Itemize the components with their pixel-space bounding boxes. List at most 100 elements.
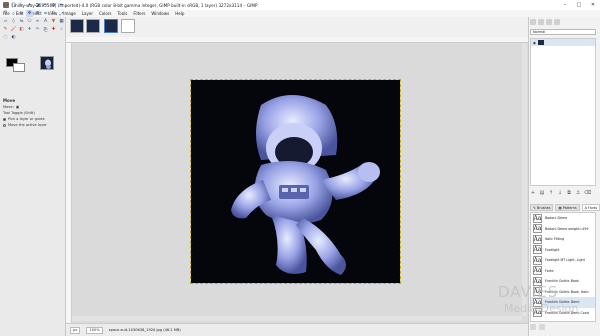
tool-options-panel: Move Move: ▣ Tool Toggle (Shift) Pick a …	[0, 97, 66, 128]
blur-tool-icon[interactable]: ◌	[2, 34, 9, 41]
perspective-tool-icon[interactable]: ◊	[10, 18, 17, 25]
crop-tool-icon[interactable]: ⌗	[42, 10, 49, 17]
font-item-selected[interactable]: Aa Franklin Gothic Demi	[531, 297, 595, 308]
brush-pattern-preview[interactable]	[40, 56, 54, 70]
menu-windows[interactable]: Windows	[151, 11, 169, 16]
ellipse-select-tool-icon[interactable]: ◯	[10, 2, 17, 9]
duplicate-layer-button[interactable]: ⧉	[566, 190, 572, 196]
layers-buttons: + ▤ ↑ ↓ ⧉ ⚓ ⌫	[530, 190, 591, 196]
vertical-scrollbar[interactable]	[522, 43, 527, 316]
new-layer-group-button[interactable]: ▤	[539, 190, 545, 196]
image-tab-4-empty[interactable]	[121, 19, 135, 33]
scissors-tool-icon[interactable]: ✂	[42, 2, 49, 9]
image-tab-3-active[interactable]	[104, 19, 118, 33]
lower-layer-button[interactable]: ↓	[557, 190, 563, 196]
status-message: space-suit-1030638_1920.jpg (46.2 MB)	[108, 328, 181, 332]
tab-patterns[interactable]: ▦ Patterns	[555, 204, 580, 211]
measure-tool-icon[interactable]: ⊾	[18, 10, 25, 17]
tab-fonts[interactable]: A Fonts	[581, 204, 600, 211]
foreground-select-tool-icon[interactable]: ◍	[50, 2, 57, 9]
menu-layer[interactable]: Layer	[82, 11, 93, 16]
align-tool-icon[interactable]: ⊞	[34, 10, 41, 17]
background-color-swatch[interactable]	[13, 63, 25, 72]
text-tool-icon[interactable]: A	[42, 18, 49, 25]
smudge-tool-icon[interactable]: ☝	[58, 26, 65, 33]
font-item[interactable]: Aa Footlight	[531, 245, 595, 256]
font-item[interactable]: Aa Franklin Gothic Book	[531, 276, 595, 287]
rotate-tool-icon[interactable]: ↻	[50, 10, 57, 17]
fonts-list[interactable]: Aa Bodoni Demo Aa Bodoni Demo weight=459 A…	[530, 212, 596, 322]
fuzzy-select-tool-icon[interactable]: ✦	[26, 2, 33, 9]
eye-icon[interactable]: ◉	[533, 41, 536, 45]
eraser-tool-icon[interactable]: ◧	[18, 26, 25, 33]
delete-layer-button[interactable]: ⌫	[584, 190, 591, 196]
heal-tool-icon[interactable]: ✚	[50, 26, 57, 33]
maximize-button[interactable]: □	[572, 0, 586, 10]
font-item[interactable]: Aa Italic Fitting	[531, 234, 595, 245]
rect-select-tool-icon[interactable]: ▭	[2, 2, 9, 9]
move-layer-icon[interactable]: ▣	[16, 105, 19, 109]
gradient-tool-icon[interactable]: ▦	[58, 18, 65, 25]
gimp-window: [milky-way-2695569] (imported)-4.0 (RGB …	[0, 0, 600, 336]
free-select-tool-icon[interactable]: ϟ	[18, 2, 25, 9]
layer-row[interactable]: ◉	[531, 39, 595, 46]
menu-filters[interactable]: Filters	[133, 11, 145, 16]
font-item[interactable]: Aa Franklin Gothic Demi Cond	[531, 308, 595, 319]
refresh-fonts-icon[interactable]	[539, 324, 545, 330]
tab-patterns-label: Patterns	[562, 205, 577, 210]
anchor-layer-button[interactable]: ⚓	[575, 190, 581, 196]
color-select-tool-icon[interactable]: ◪	[34, 2, 41, 9]
minimize-button[interactable]: –	[558, 0, 572, 10]
image-tab-1[interactable]	[70, 19, 84, 33]
cage-tool-icon[interactable]: ⬠	[26, 18, 33, 25]
warp-tool-icon[interactable]: ≈	[34, 18, 41, 25]
bucket-fill-tool-icon[interactable]: ▼	[50, 18, 57, 25]
layers-list[interactable]	[530, 38, 596, 186]
new-layer-button[interactable]: +	[530, 190, 536, 196]
zoom-select[interactable]: 100%	[86, 326, 103, 334]
channels-tab-icon[interactable]	[538, 19, 544, 25]
font-item[interactable]: Aa Franklin Gothic Book, Italic	[531, 287, 595, 298]
unit-select[interactable]: px	[70, 326, 81, 334]
font-preview: Aa	[533, 266, 542, 276]
font-name: Franklin Gothic Demi Cond	[545, 310, 589, 315]
clone-tool-icon[interactable]: ⎘	[42, 26, 49, 33]
raise-layer-button[interactable]: ↑	[548, 190, 554, 196]
font-item[interactable]: Aa Bodoni Demo	[531, 213, 595, 224]
paths-tool-icon[interactable]: ✒	[58, 2, 65, 9]
close-button[interactable]: ✕	[586, 0, 600, 10]
pick-layer-radio[interactable]	[3, 117, 6, 121]
dodge-burn-tool-icon[interactable]: ◐	[10, 34, 17, 41]
scale-tool-icon[interactable]: ⤢	[58, 10, 65, 17]
tool-options-heading: Move	[3, 98, 16, 103]
undo-history-tab-icon[interactable]	[554, 19, 560, 25]
image-canvas[interactable]	[190, 79, 401, 284]
color-picker-tool-icon[interactable]: ⚲	[2, 10, 9, 17]
layer-mode-select[interactable]: Normal	[530, 29, 596, 35]
font-item[interactable]: Aa Footlight MT Light, Light	[531, 255, 595, 266]
airbrush-tool-icon[interactable]: ✈	[26, 26, 33, 33]
shear-tool-icon[interactable]: ▱	[2, 18, 9, 25]
ink-tool-icon[interactable]: ✑	[34, 26, 41, 33]
font-item[interactable]: Aa Forte	[531, 266, 595, 277]
font-item[interactable]: Aa Bodoni Demo weight=459	[531, 224, 595, 235]
paintbrush-tool-icon[interactable]: 🖌	[10, 26, 17, 33]
move-tool-icon[interactable]: ✥	[26, 10, 33, 17]
pencil-tool-icon[interactable]: ✎	[2, 26, 9, 33]
horizontal-scrollbar[interactable]	[72, 316, 522, 321]
flip-tool-icon[interactable]: ⇋	[18, 18, 25, 25]
zoom-tool-icon[interactable]: ⌕	[10, 10, 17, 17]
menu-colors[interactable]: Colors	[99, 11, 112, 16]
paths-tab-icon[interactable]	[546, 19, 552, 25]
move-active-layer-radio[interactable]	[3, 123, 6, 127]
tag-filter-icon[interactable]	[530, 324, 536, 330]
tab-brushes[interactable]: ✎ Brushes	[530, 204, 554, 211]
move-active-layer-option[interactable]: Move the active layer	[0, 122, 66, 128]
menu-image[interactable]: Image	[63, 11, 76, 16]
image-tab-2[interactable]	[86, 19, 100, 33]
menu-tools[interactable]: Tools	[118, 11, 128, 16]
fonts-buttons	[530, 324, 596, 331]
font-name: Franklin Gothic Book, Italic	[545, 289, 589, 294]
menu-help[interactable]: Help	[175, 11, 184, 16]
layers-tab-icon[interactable]	[530, 19, 536, 25]
